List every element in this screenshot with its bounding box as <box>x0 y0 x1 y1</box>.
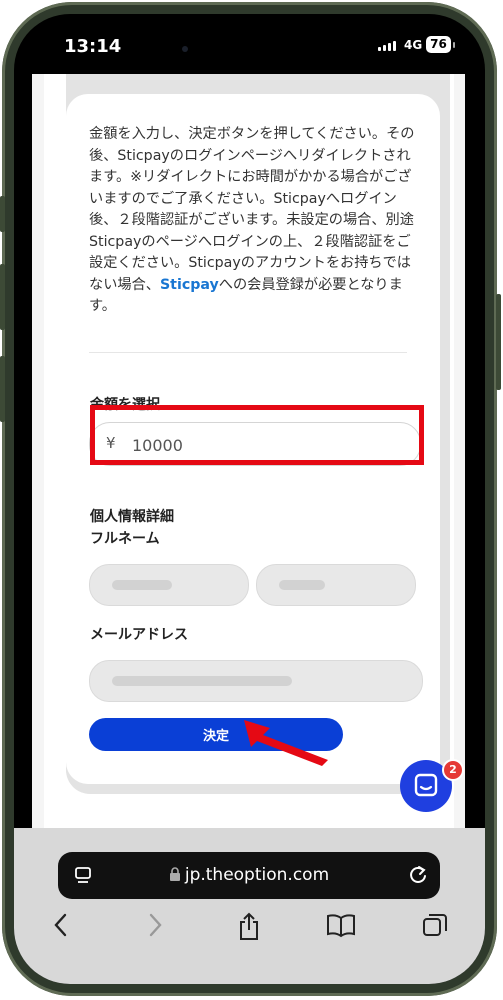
book-icon[interactable] <box>326 912 356 938</box>
battery-icon: 76 <box>426 36 451 53</box>
tabs-icon[interactable] <box>422 912 448 938</box>
phone-screen: 13:14 4G 76 金額を入力し、決定ボタンを押してください。その後、Sti… <box>14 14 485 984</box>
address-bar[interactable]: jp.theoption.com <box>58 852 440 899</box>
first-name-input[interactable] <box>89 564 249 606</box>
blurred-value <box>112 676 292 686</box>
sticpay-link[interactable]: Sticpay <box>160 277 219 293</box>
cellular-signal-icon <box>378 41 396 51</box>
front-camera <box>182 46 188 52</box>
browser-toolbar: jp.theoption.com <box>14 828 485 984</box>
blurred-value <box>112 580 172 590</box>
volume-up-button <box>0 264 5 330</box>
personal-info-heading: 個人情報詳細 <box>90 509 174 525</box>
status-bar: 13:14 4G 76 <box>14 14 485 78</box>
lock-icon <box>169 867 180 881</box>
email-input[interactable] <box>89 660 423 702</box>
fullname-label: フルネーム <box>90 531 160 547</box>
chevron-left-icon[interactable] <box>52 912 70 938</box>
network-type: 4G <box>404 38 423 52</box>
url-display[interactable]: jp.theoption.com <box>58 865 440 885</box>
battery-tip <box>453 42 455 48</box>
email-label: メールアドレス <box>90 627 188 643</box>
last-name-input[interactable] <box>256 564 416 606</box>
chevron-right-icon[interactable] <box>146 912 164 938</box>
divider <box>89 352 407 353</box>
power-button <box>496 294 501 390</box>
instructions-text: 金額を入力し、決定ボタンを押してください。その後、Sticpayのログインページ… <box>89 124 421 318</box>
share-icon[interactable] <box>236 912 262 942</box>
instructions-body: 金額を入力し、決定ボタンを押してください。その後、Sticpayのログインページ… <box>89 126 415 293</box>
volume-down-button <box>0 356 5 422</box>
blurred-value <box>279 580 325 590</box>
chat-badge: 2 <box>442 759 464 781</box>
status-time: 13:14 <box>64 36 122 57</box>
url-text: jp.theoption.com <box>184 865 330 885</box>
mute-switch <box>0 196 5 232</box>
amount-highlight-box <box>90 405 424 465</box>
red-arrow-icon <box>244 720 328 766</box>
reload-icon[interactable] <box>408 864 428 886</box>
